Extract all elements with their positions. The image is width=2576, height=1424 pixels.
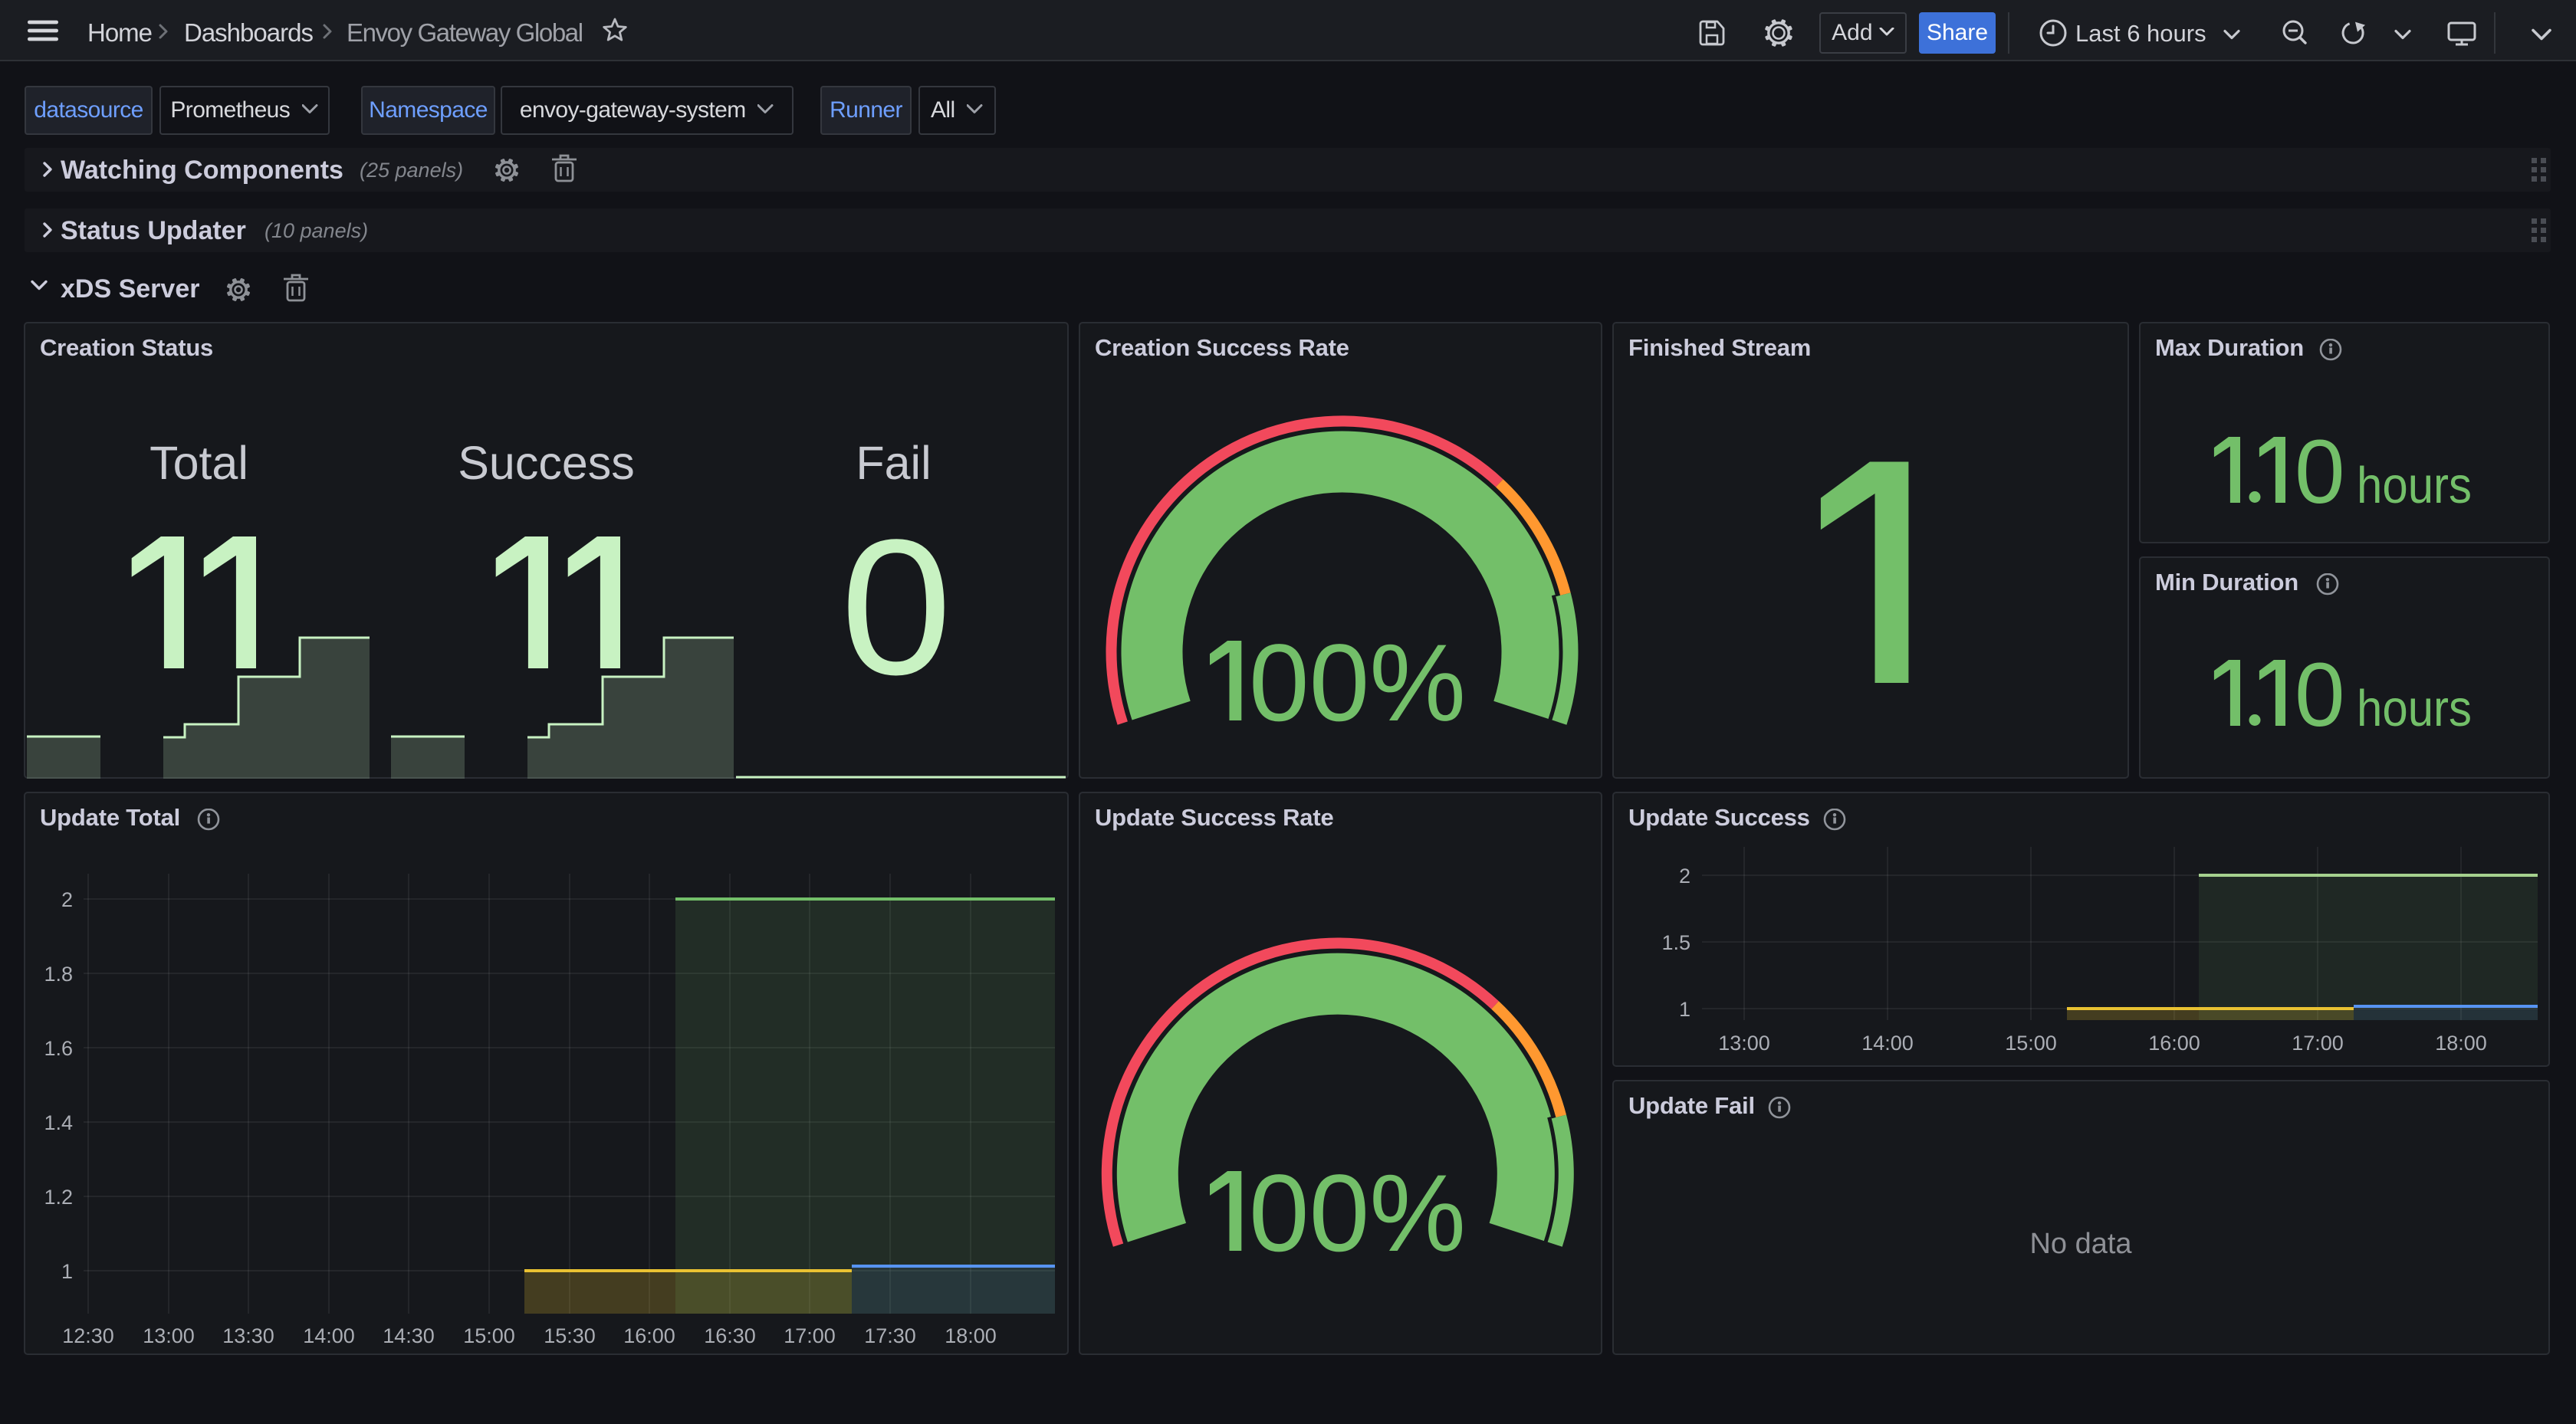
svg-text:0: 0 bbox=[2295, 645, 2345, 746]
svg-text:2: 2 bbox=[61, 888, 73, 911]
svg-text:Total: Total bbox=[150, 437, 248, 489]
svg-text:13:00: 13:00 bbox=[1718, 1032, 1770, 1055]
svg-text:15:00: 15:00 bbox=[2005, 1032, 2057, 1055]
svg-text:1.4: 1.4 bbox=[44, 1111, 73, 1134]
svg-text:1.5: 1.5 bbox=[1661, 931, 1691, 954]
svg-text:14:00: 14:00 bbox=[1861, 1032, 1914, 1055]
svg-text:15:30: 15:30 bbox=[544, 1324, 596, 1347]
svg-text:16:30: 16:30 bbox=[704, 1324, 756, 1347]
svg-text:13:30: 13:30 bbox=[222, 1324, 274, 1347]
svg-text:1.8: 1.8 bbox=[44, 963, 73, 986]
svg-text:0: 0 bbox=[840, 500, 951, 715]
svg-text:00%: 00% bbox=[1249, 622, 1466, 744]
svg-text:0: 0 bbox=[2295, 422, 2345, 523]
svg-text:18:00: 18:00 bbox=[945, 1324, 997, 1347]
svg-text:16:00: 16:00 bbox=[2148, 1032, 2200, 1055]
svg-text:Success: Success bbox=[458, 437, 635, 489]
svg-text:12:30: 12:30 bbox=[62, 1324, 114, 1347]
svg-text:1: 1 bbox=[61, 1260, 73, 1283]
svg-text:17:00: 17:00 bbox=[2292, 1032, 2344, 1055]
svg-text:1: 1 bbox=[1679, 998, 1691, 1021]
svg-text:17:00: 17:00 bbox=[784, 1324, 836, 1347]
svg-text:15:00: 15:00 bbox=[463, 1324, 515, 1347]
svg-text:00%: 00% bbox=[1249, 1153, 1466, 1275]
svg-text:16:00: 16:00 bbox=[623, 1324, 675, 1347]
svg-text:No data: No data bbox=[2029, 1228, 2132, 1260]
svg-text:2: 2 bbox=[1679, 865, 1691, 888]
svg-text:Fail: Fail bbox=[856, 437, 931, 489]
svg-text:17:30: 17:30 bbox=[864, 1324, 916, 1347]
svg-text:14:30: 14:30 bbox=[383, 1324, 435, 1347]
svg-text:14:00: 14:00 bbox=[303, 1324, 355, 1347]
svg-text:hours: hours bbox=[2357, 680, 2472, 737]
svg-text:1.2: 1.2 bbox=[44, 1186, 73, 1209]
svg-text:hours: hours bbox=[2357, 457, 2472, 514]
svg-text:1.6: 1.6 bbox=[44, 1037, 73, 1060]
svg-text:18:00: 18:00 bbox=[2435, 1032, 2487, 1055]
svg-text:13:00: 13:00 bbox=[143, 1324, 195, 1347]
